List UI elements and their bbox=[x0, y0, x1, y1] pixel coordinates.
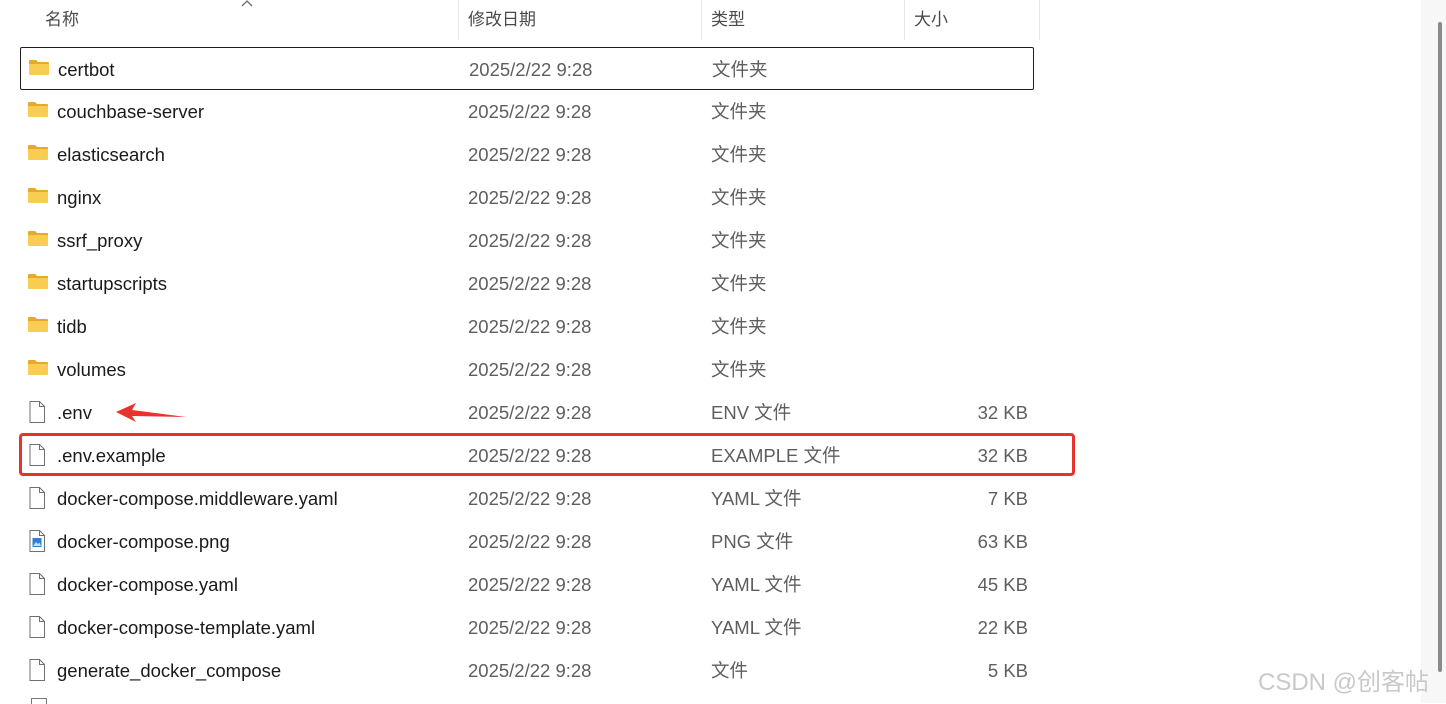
file-date-modified: 2025/2/22 9:28 bbox=[468, 402, 592, 423]
file-date-modified: 2025/2/22 9:28 bbox=[468, 101, 592, 122]
file-date-modified: 2025/2/22 9:28 bbox=[468, 144, 592, 165]
file-type: YAML 文件 bbox=[711, 488, 802, 509]
folder-icon bbox=[28, 57, 50, 82]
file-name: nginx bbox=[57, 187, 102, 208]
file-row[interactable]: ssrf_proxy 2025/2/22 9:28 文件夹 bbox=[20, 219, 1034, 262]
file-row[interactable]: docker-compose.png 2025/2/22 9:28 PNG 文件 63… bbox=[20, 520, 1034, 563]
file-row[interactable]: docker-compose-template.yaml 2025/2/22 9:… bbox=[20, 606, 1034, 649]
column-header-size[interactable]: 大小 bbox=[906, 0, 1040, 40]
file-date-modified: 2025/2/22 9:28 bbox=[468, 531, 592, 552]
vertical-scrollbar[interactable] bbox=[1421, 0, 1446, 703]
file-date-modified: 2025/2/22 9:28 bbox=[469, 59, 593, 80]
file-type: 文件夹 bbox=[711, 144, 767, 165]
file-icon bbox=[27, 572, 47, 601]
folder-icon bbox=[27, 357, 49, 382]
file-date-modified: 2025/2/22 9:28 bbox=[468, 660, 592, 681]
column-divider[interactable] bbox=[458, 0, 459, 40]
file-name: docker-compose.png bbox=[57, 531, 230, 552]
highlight-annotation-box bbox=[19, 433, 1075, 476]
column-divider[interactable] bbox=[701, 0, 702, 40]
column-header-date-label: 修改日期 bbox=[468, 10, 536, 29]
file-icon bbox=[27, 658, 47, 687]
column-header-name-label: 名称 bbox=[45, 10, 79, 29]
file-name: .env bbox=[57, 402, 92, 423]
file-name: startupscripts bbox=[57, 273, 168, 294]
file-name: docker-compose.yaml bbox=[57, 574, 238, 595]
file-icon bbox=[27, 615, 47, 644]
file-row[interactable]: docker-compose.yaml 2025/2/22 9:28 YAML 文件… bbox=[20, 563, 1034, 606]
scrollbar-thumb[interactable] bbox=[1438, 22, 1442, 672]
image-file-icon bbox=[27, 529, 47, 558]
file-row[interactable]: certbot 2025/2/22 9:28 文件夹 bbox=[20, 47, 1034, 90]
file-size: 63 KB bbox=[977, 531, 1028, 552]
column-header-type-label: 类型 bbox=[711, 10, 745, 29]
file-type: ENV 文件 bbox=[711, 402, 792, 423]
file-row[interactable]: docker-compose.middleware.yaml 2025/2/22 … bbox=[20, 477, 1034, 520]
file-date-modified: 2025/2/22 9:28 bbox=[468, 273, 592, 294]
folder-icon bbox=[27, 142, 49, 167]
file-type: PNG 文件 bbox=[711, 531, 794, 552]
folder-icon bbox=[27, 314, 49, 339]
file-date-modified: 2025/2/22 9:28 bbox=[468, 230, 592, 251]
file-size: 32 KB bbox=[977, 402, 1028, 423]
file-name: generate_docker_compose bbox=[57, 660, 282, 681]
column-header-size-label: 大小 bbox=[914, 10, 948, 29]
sort-ascending-icon bbox=[241, 0, 253, 7]
file-row[interactable]: startupscripts 2025/2/22 9:28 文件夹 bbox=[20, 262, 1034, 305]
file-type: YAML 文件 bbox=[711, 617, 802, 638]
file-name: docker-compose-template.yaml bbox=[57, 617, 316, 638]
file-type: 文件夹 bbox=[712, 59, 768, 80]
file-name: ssrf_proxy bbox=[57, 230, 143, 251]
folder-icon bbox=[27, 271, 49, 296]
file-type: 文件夹 bbox=[711, 187, 767, 208]
file-name: elasticsearch bbox=[57, 144, 165, 165]
file-name: volumes bbox=[57, 359, 126, 380]
watermark: CSDN @创客帖 bbox=[1258, 669, 1430, 696]
file-row[interactable]: generate_docker_compose 2025/2/22 9:28 文件 5… bbox=[20, 649, 1034, 692]
file-date-modified: 2025/2/22 9:28 bbox=[468, 574, 592, 595]
file-date-modified: 2025/2/22 9:28 bbox=[468, 187, 592, 208]
column-header-date[interactable]: 修改日期 bbox=[460, 0, 700, 40]
column-header-bar: 名称 修改日期 类型 大小 bbox=[0, 0, 1040, 40]
file-row[interactable]: tidb 2025/2/22 9:28 文件夹 bbox=[20, 305, 1034, 348]
file-type: 文件夹 bbox=[711, 359, 767, 380]
file-type: 文件夹 bbox=[711, 230, 767, 251]
file-date-modified: 2025/2/22 9:28 bbox=[468, 617, 592, 638]
file-type: 文件 bbox=[711, 660, 749, 681]
partial-file-icon bbox=[31, 698, 47, 704]
file-type: 文件夹 bbox=[711, 316, 767, 337]
file-type: YAML 文件 bbox=[711, 574, 802, 595]
file-type: 文件夹 bbox=[711, 101, 767, 122]
file-icon bbox=[27, 486, 47, 515]
file-row[interactable]: nginx 2025/2/22 9:28 文件夹 bbox=[20, 176, 1034, 219]
file-size: 45 KB bbox=[977, 574, 1028, 595]
file-name: certbot bbox=[58, 59, 115, 80]
folder-icon bbox=[27, 185, 49, 210]
file-name: tidb bbox=[57, 316, 87, 337]
file-icon bbox=[27, 400, 47, 429]
file-size: 7 KB bbox=[987, 488, 1028, 509]
folder-icon bbox=[27, 99, 49, 124]
file-date-modified: 2025/2/22 9:28 bbox=[468, 359, 592, 380]
file-name: docker-compose.middleware.yaml bbox=[57, 488, 338, 509]
folder-icon bbox=[27, 228, 49, 253]
file-size: 5 KB bbox=[987, 660, 1028, 681]
file-type: 文件夹 bbox=[711, 273, 767, 294]
column-header-type[interactable]: 类型 bbox=[703, 0, 903, 40]
file-row[interactable]: volumes 2025/2/22 9:28 文件夹 bbox=[20, 348, 1034, 391]
file-row[interactable]: couchbase-server 2025/2/22 9:28 文件夹 bbox=[20, 90, 1034, 133]
file-name: couchbase-server bbox=[57, 101, 205, 122]
column-divider[interactable] bbox=[1039, 0, 1040, 40]
arrow-annotation-icon bbox=[116, 403, 186, 422]
column-divider[interactable] bbox=[904, 0, 905, 40]
file-date-modified: 2025/2/22 9:28 bbox=[468, 488, 592, 509]
file-size: 22 KB bbox=[977, 617, 1028, 638]
file-row[interactable]: elasticsearch 2025/2/22 9:28 文件夹 bbox=[20, 133, 1034, 176]
file-date-modified: 2025/2/22 9:28 bbox=[468, 316, 592, 337]
